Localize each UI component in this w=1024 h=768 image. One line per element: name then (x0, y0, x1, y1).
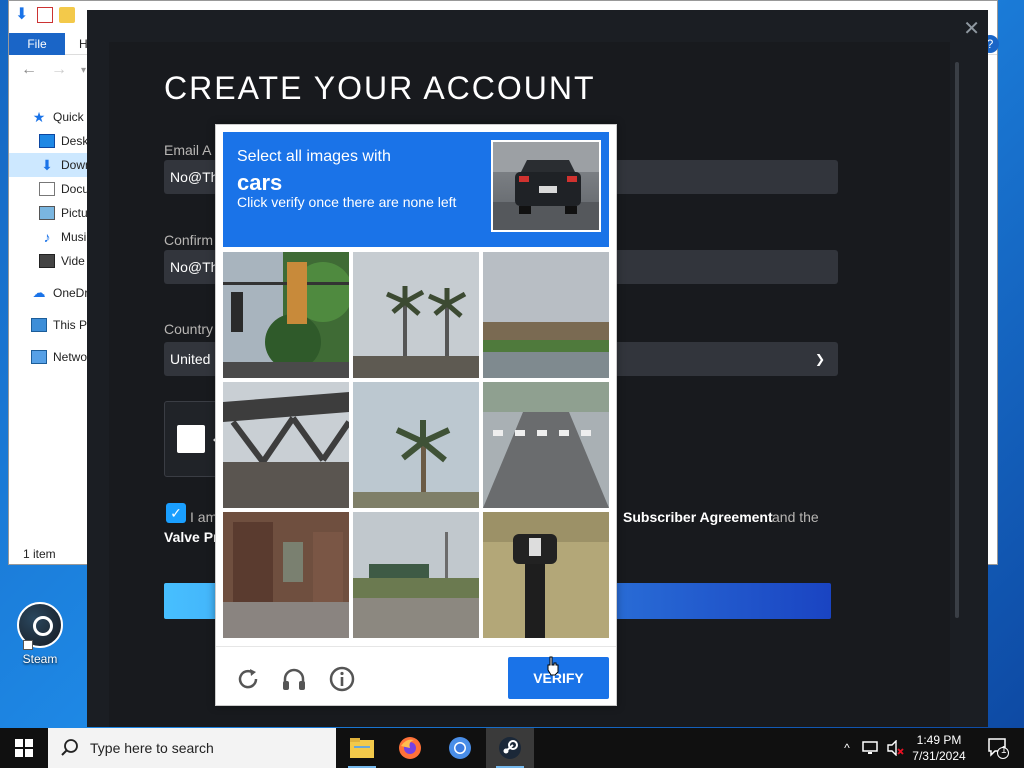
search-icon (61, 739, 78, 756)
captcha-tile-traffic-light[interactable] (223, 252, 349, 378)
action-center-button[interactable]: 1 (978, 728, 1018, 768)
captcha-tile-crosswalk[interactable] (483, 382, 609, 508)
subscriber-agreement-link[interactable]: Subscriber Agreement (623, 509, 773, 525)
close-icon[interactable]: ✕ (963, 16, 980, 41)
page-title: CREATE YOUR ACCOUNT (164, 70, 596, 106)
network-icon (31, 350, 47, 364)
email-label: Email A (164, 142, 212, 158)
folder-icon (350, 738, 374, 758)
star-icon: ★ (32, 109, 46, 125)
clock-date: 7/31/2024 (912, 749, 966, 763)
captcha-tile-building[interactable] (483, 252, 609, 378)
steam-icon (17, 602, 63, 650)
captcha-tile-house-porch[interactable] (223, 512, 349, 638)
videos-icon (39, 254, 55, 268)
taskbar: Type here to search ^ 1:49 PM 7/31/2024 … (0, 728, 1024, 768)
taskbar-search-box[interactable]: Type here to search (48, 728, 336, 768)
reference-car-image (491, 140, 601, 232)
notification-count: 1 (1001, 745, 1007, 756)
recaptcha-checkbox[interactable] (177, 425, 205, 453)
headphones-icon[interactable] (280, 665, 308, 693)
taskbar-firefox[interactable] (386, 728, 434, 768)
clock-time: 1:49 PM (916, 733, 962, 747)
firefox-icon (399, 737, 421, 759)
windows-logo-icon (15, 739, 33, 757)
pictures-icon (39, 206, 55, 220)
captcha-footer: VERIFY (216, 646, 616, 706)
computer-icon (31, 318, 47, 332)
chevron-down-icon: ❯ (815, 352, 826, 366)
documents-icon (39, 182, 55, 196)
captcha-tile-mailbox[interactable] (483, 512, 609, 638)
agree-checkbox[interactable]: ✓ (166, 503, 186, 523)
scrollbar[interactable] (955, 62, 959, 618)
search-placeholder: Type here to search (90, 740, 214, 756)
quick-access-toolbar: ⬇ (15, 7, 75, 23)
forward-arrow-icon[interactable]: → (51, 61, 67, 79)
country-label: Country (164, 321, 214, 337)
music-icon: ♪ (43, 229, 51, 245)
confirm-email-label: Confirm (164, 232, 214, 248)
chromium-icon (449, 737, 471, 759)
chevron-up-icon: ^ (844, 741, 850, 755)
captcha-tile-palm-trees[interactable] (353, 252, 479, 378)
captcha-tile-palm-tree[interactable] (353, 382, 479, 508)
chevron-down-icon[interactable]: ▾ (81, 65, 86, 76)
desktop-icon (39, 134, 55, 148)
info-icon[interactable] (328, 665, 356, 693)
captcha-image-grid (223, 252, 611, 640)
file-tab[interactable]: File (9, 33, 65, 55)
back-arrow-icon[interactable]: ← (21, 61, 37, 79)
taskbar-file-explorer[interactable] (338, 728, 386, 768)
steam-shortcut-label: Steam (22, 652, 58, 666)
hand-cursor-icon (547, 656, 559, 676)
instruction-line-1: Select all images with (237, 148, 391, 165)
taskbar-chromium[interactable] (436, 728, 484, 768)
instruction-line-3: Click verify once there are none left (237, 194, 457, 210)
captcha-tile-road-field[interactable] (353, 512, 479, 638)
taskbar-steam[interactable] (486, 728, 534, 768)
download-icon: ⬇ (41, 157, 53, 173)
start-button[interactable] (0, 728, 48, 768)
show-hidden-icons[interactable]: ^ (838, 728, 856, 768)
network-tray-icon[interactable] (860, 728, 882, 768)
agree-text-mid: and the (772, 509, 819, 525)
valve-privacy-link[interactable]: Valve Pr (164, 529, 219, 545)
agree-text-prefix: I am (190, 509, 218, 525)
reload-icon[interactable] (234, 665, 262, 693)
download-icon[interactable]: ⬇ (15, 7, 31, 23)
instruction-target: cars (237, 170, 283, 195)
steam-icon (499, 737, 521, 759)
system-clock[interactable]: 1:49 PM 7/31/2024 (900, 732, 978, 764)
captcha-tile-bridge[interactable] (223, 382, 349, 508)
cloud-icon: ☁ (32, 285, 46, 300)
recaptcha-challenge: Select all images with cars Click verify… (215, 124, 617, 706)
shortcut-arrow-icon (23, 640, 33, 650)
status-item-count: 1 item (23, 547, 56, 561)
network-icon (862, 741, 878, 754)
captcha-instructions: Select all images with cars Click verify… (223, 132, 609, 247)
steam-desktop-shortcut[interactable]: Steam (10, 602, 70, 666)
folder-icon[interactable] (59, 7, 75, 23)
properties-icon[interactable] (37, 7, 53, 23)
